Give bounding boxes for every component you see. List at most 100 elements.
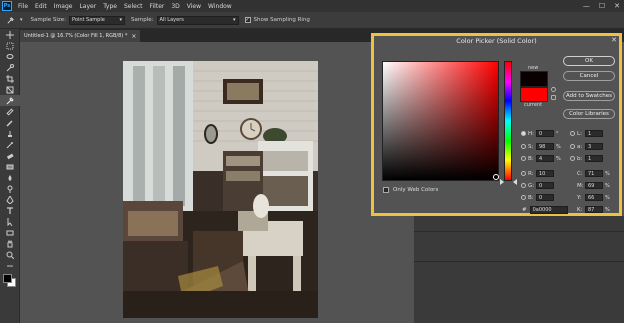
ok-button[interactable]: OK	[563, 56, 615, 66]
cyan-input[interactable]: 71	[585, 170, 603, 177]
history-brush-tool-icon[interactable]	[0, 139, 20, 150]
close-tab-icon[interactable]: ×	[131, 33, 136, 40]
blur-tool-icon[interactable]	[0, 172, 20, 183]
show-sampling-ring-label: Show Sampling Ring	[253, 17, 310, 23]
lab-l-radio[interactable]	[570, 131, 575, 136]
frame-tool-icon[interactable]	[0, 84, 20, 95]
red-input[interactable]: 10	[536, 170, 554, 177]
menu-select[interactable]: Select	[124, 3, 143, 10]
color-libraries-button[interactable]: Color Libraries	[563, 109, 615, 119]
maximize-button[interactable]: ☐	[599, 2, 605, 10]
clone-stamp-tool-icon[interactable]	[0, 128, 20, 139]
only-web-colors-checkbox[interactable]	[383, 187, 389, 193]
black-input[interactable]: 87	[585, 206, 603, 213]
menu-window[interactable]: Window	[208, 3, 232, 10]
current-color-swatch[interactable]	[520, 87, 548, 102]
add-to-swatches-button[interactable]: Add to Swatches	[563, 91, 615, 101]
cancel-button[interactable]: Cancel	[563, 71, 615, 81]
brush-tool-icon[interactable]	[0, 117, 20, 128]
red-radio[interactable]	[521, 171, 526, 176]
hue-slider[interactable]	[504, 61, 512, 181]
dialog-title-bar[interactable]: Color Picker (Solid Color) ✕	[374, 36, 619, 46]
brightness-input[interactable]: 4	[536, 155, 554, 162]
lab-b-radio[interactable]	[570, 156, 575, 161]
lab-a-radio[interactable]	[570, 144, 575, 149]
color-field-cursor[interactable]	[493, 174, 499, 180]
green-radio[interactable]	[521, 183, 526, 188]
hue-label: H:	[528, 130, 534, 137]
canvas-document-image[interactable]	[123, 61, 318, 318]
yellow-input[interactable]: 66	[585, 194, 603, 201]
brightness-label: B:	[528, 155, 534, 162]
move-tool-icon[interactable]	[0, 29, 20, 40]
menu-layer[interactable]: Layer	[79, 3, 96, 10]
dialog-title: Color Picker (Solid Color)	[456, 37, 537, 45]
menu-3d[interactable]: 3D	[171, 3, 179, 10]
foreground-background-colors[interactable]	[0, 271, 20, 289]
sample-size-label: Sample Size:	[30, 17, 67, 23]
menu-view[interactable]: View	[187, 3, 201, 10]
panel-divider	[414, 231, 624, 232]
green-input[interactable]: 0	[536, 182, 554, 189]
eraser-tool-icon[interactable]	[0, 150, 20, 161]
out-of-gamut-warning-icon[interactable]	[551, 87, 556, 92]
menu-type[interactable]: Type	[103, 3, 117, 10]
minimize-button[interactable]: —	[583, 2, 590, 10]
cyan-row: C: 71 %	[577, 170, 610, 177]
close-button[interactable]: ✕	[614, 2, 620, 10]
magenta-label: M:	[577, 182, 584, 189]
lab-b-input[interactable]: 1	[585, 155, 603, 162]
web-safe-cube-icon[interactable]	[551, 95, 556, 100]
lab-l-input[interactable]: 1	[585, 130, 603, 137]
right-panels	[414, 216, 624, 323]
dodge-tool-icon[interactable]	[0, 183, 20, 194]
healing-brush-tool-icon[interactable]	[0, 106, 20, 117]
lab-a-label: a:	[577, 143, 583, 150]
yellow-unit: %	[605, 194, 610, 201]
hand-tool-icon[interactable]	[0, 238, 20, 249]
hex-input[interactable]: 0a0000	[529, 206, 568, 214]
yellow-row: Y: 66 %	[577, 194, 610, 201]
crop-tool-icon[interactable]	[0, 73, 20, 84]
brightness-radio[interactable]	[521, 156, 526, 161]
menu-filter[interactable]: Filter	[150, 3, 165, 10]
black-unit: %	[605, 206, 610, 213]
show-sampling-ring-checkbox[interactable]: ✓	[244, 17, 251, 23]
sample-value: All Layers	[159, 17, 184, 23]
hue-slider-right-arrow-icon[interactable]	[513, 179, 517, 185]
black-label: K:	[577, 206, 583, 213]
menu-edit[interactable]: Edit	[35, 3, 47, 10]
menu-file[interactable]: File	[18, 3, 28, 10]
rectangle-tool-icon[interactable]	[0, 227, 20, 238]
chevron-down-icon[interactable]: ▾	[20, 17, 23, 23]
path-selection-tool-icon[interactable]	[0, 216, 20, 227]
document-tab[interactable]: Untitled-1 @ 16.7% (Color Fill 1, RGB/8)…	[20, 30, 141, 42]
saturation-radio[interactable]	[521, 144, 526, 149]
dialog-close-button[interactable]: ✕	[611, 36, 617, 44]
eyedropper-tool-preset-icon[interactable]	[0, 16, 20, 25]
new-color-swatch	[520, 71, 548, 87]
sample-size-select[interactable]: Point Sample ▾	[69, 15, 126, 25]
lasso-tool-icon[interactable]	[0, 51, 20, 62]
eyedropper-tool-icon[interactable]	[0, 95, 20, 106]
quick-selection-tool-icon[interactable]	[0, 62, 20, 73]
pen-tool-icon[interactable]	[0, 194, 20, 205]
hue-input[interactable]: 0	[536, 130, 554, 137]
brightness-row: B: 4 %	[521, 155, 561, 162]
hue-slider-left-arrow-icon[interactable]	[500, 179, 504, 185]
type-tool-icon[interactable]	[0, 205, 20, 216]
gradient-tool-icon[interactable]	[0, 161, 20, 172]
sample-select[interactable]: All Layers ▾	[156, 15, 239, 25]
color-field[interactable]	[382, 61, 499, 181]
marquee-tool-icon[interactable]	[0, 40, 20, 51]
saturation-input[interactable]: 98	[536, 143, 554, 150]
zoom-tool-icon[interactable]	[0, 249, 20, 260]
foreground-color-swatch[interactable]	[3, 274, 12, 283]
hue-radio[interactable]	[521, 131, 526, 136]
lab-a-input[interactable]: 3	[585, 143, 603, 150]
blue-input[interactable]: 0	[536, 194, 554, 201]
more-tools-icon[interactable]	[0, 260, 20, 271]
magenta-input[interactable]: 69	[585, 182, 603, 189]
menu-image[interactable]: Image	[54, 3, 73, 10]
blue-radio[interactable]	[521, 195, 526, 200]
